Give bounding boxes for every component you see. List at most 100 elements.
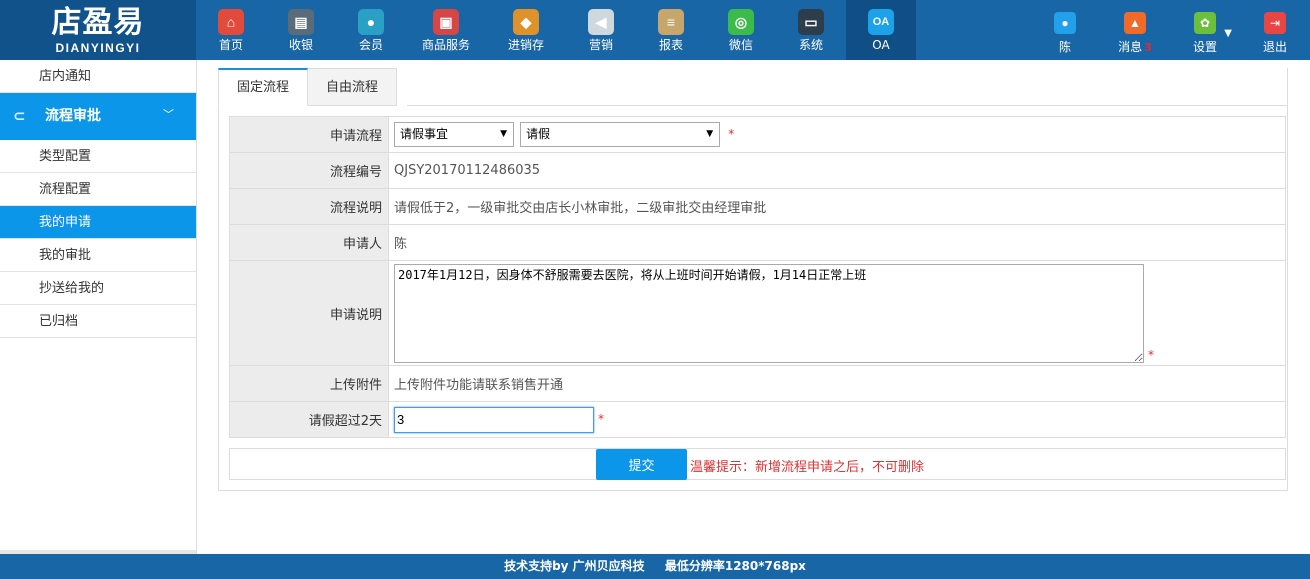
logo[interactable]: 店盈易 DIANYINGYI (0, 0, 196, 60)
sidebar-item-my-approvals[interactable]: 我的审批 (0, 239, 196, 272)
flow-label: 申请流程 (229, 116, 389, 153)
wechat-icon: ◎ (728, 9, 754, 35)
leave-days-cell: * (388, 401, 1286, 438)
nav-label: 会员 (358, 38, 383, 52)
sidebar-group-label: 流程审批 (45, 108, 101, 124)
footer-resolution: 最低分辨率1280*768px (664, 559, 806, 573)
footer: 技术支持by 广州贝应科技 最低分辨率1280*768px (0, 554, 1310, 579)
user-nav-label: 设置 (1170, 38, 1240, 55)
sidebar-group-workflow[interactable]: ⊂ 流程审批 ﹀ (0, 93, 196, 140)
nav-label: 收银 (288, 38, 313, 52)
flow-number-value: QJSY20170112486035 (388, 152, 1286, 189)
sidebar-item-cc-to-me[interactable]: 抄送给我的 (0, 272, 196, 305)
logo-subtext: DIANYINGYI (55, 41, 141, 55)
flow-type-value: 请假 (526, 127, 551, 141)
submit-button[interactable]: 提交 (596, 449, 687, 480)
nav-item-wechat[interactable]: ◎ 微信 (706, 0, 776, 60)
user-nav-label: 退出 (1240, 38, 1310, 55)
nav-item-cash-register[interactable]: ▤ 收银 (266, 0, 336, 60)
application-note-textarea[interactable]: 2017年1月12日，因身体不舒服需要去医院，将从上班时间开始请假，1月14日正… (394, 263, 1144, 363)
description-label: 流程说明 (229, 188, 389, 225)
user-nav-user[interactable]: ● 陈 (1030, 0, 1100, 60)
submit-row: 提交 温馨提示：新增流程申请之后，不可删除 (229, 448, 1286, 480)
flow-type-select[interactable]: 请假 ▼ (520, 122, 721, 147)
applicant-value: 陈 (388, 224, 1286, 261)
chevron-down-icon: ﹀ (163, 108, 174, 121)
marketing-icon: ◀ (588, 9, 614, 35)
sidebar: 店内通知 ⊂ 流程审批 ﹀ 类型配置 流程配置 我的申请 我的审批 抄送给我的 … (0, 60, 197, 554)
top-bar: 店盈易 DIANYINGYI ⌂ 首页 ▤ 收银 ● 会员 ▣ 商品服务 ◆ 进销存 ◀ 营销 ≡ 报表 ◎… (0, 0, 1310, 60)
goods-service-icon: ▣ (433, 9, 459, 35)
member-icon: ● (358, 9, 384, 35)
report-icon: ≡ (658, 9, 684, 35)
inventory-icon: ◆ (513, 9, 539, 35)
cash-register-icon: ▤ (288, 9, 314, 35)
sidebar-item-flow-config[interactable]: 流程配置 (0, 173, 196, 206)
applicant-label: 申请人 (229, 224, 389, 261)
nav-item-report[interactable]: ≡ 报表 (636, 0, 706, 60)
nav-label: 营销 (588, 38, 613, 52)
required-mark: * (728, 127, 735, 141)
flow-description-value: 请假低于2，一级审批交由店长小林审批，二级审批交由经理审批 (388, 188, 1286, 225)
user-nav-label: 陈 (1030, 38, 1100, 55)
note-label: 申请说明 (229, 260, 389, 366)
nav-item-oa[interactable]: OA OA (846, 0, 916, 60)
caret-down-icon: ▼ (1224, 28, 1232, 39)
workflow-icon: ⊂ (13, 107, 26, 125)
dropdown-arrow-icon: ▼ (500, 129, 507, 139)
user-icon: ● (1054, 12, 1076, 34)
sidebar-item-store-notice[interactable]: 店内通知 (0, 60, 196, 93)
leave-days-label: 请假超过2天 (229, 401, 389, 438)
sidebar-item-my-applications[interactable]: 我的申请 (0, 206, 196, 239)
system-icon: ▭ (798, 9, 824, 35)
flow-category-select[interactable]: 请假事宜 ▼ (394, 122, 514, 147)
nav-label: OA (872, 38, 890, 52)
tab-divider (407, 105, 1288, 106)
leave-days-input[interactable] (394, 406, 594, 433)
nav-label: 首页 (218, 38, 243, 52)
tab-fixed-flow[interactable]: 固定流程 (218, 68, 309, 106)
nav-label: 进销存 (507, 38, 544, 52)
nav-item-marketing[interactable]: ◀ 营销 (566, 0, 636, 60)
warning-tip: 温馨提示：新增流程申请之后，不可删除 (690, 460, 925, 475)
home-icon: ⌂ (218, 9, 244, 35)
settings-icon: ✿ (1194, 12, 1216, 34)
required-mark: * (1148, 347, 1154, 362)
nav-item-inventory[interactable]: ◆ 进销存 (486, 0, 566, 60)
user-nav-text: 陈 (1058, 40, 1071, 54)
tab-bar: 固定流程 自由流程 (218, 68, 398, 106)
message-count-badge: 3 (1144, 41, 1152, 54)
logout-icon: ⇥ (1264, 12, 1286, 34)
tab-free-flow[interactable]: 自由流程 (308, 68, 398, 106)
main-nav: ⌂ 首页 ▤ 收银 ● 会员 ▣ 商品服务 ◆ 进销存 ◀ 营销 ≡ 报表 ◎ 微信 ▭ 系统 OA OA (196, 0, 916, 60)
application-form: 申请流程 请假事宜 ▼ 请假 ▼ * 流程编号 QJSY201701124860… (229, 116, 1286, 438)
nav-item-goods-service[interactable]: ▣ 商品服务 (406, 0, 486, 60)
bell-icon: ▲ (1124, 12, 1146, 34)
sidebar-item-archived[interactable]: 已归档 (0, 305, 196, 338)
attachment-label: 上传附件 (229, 365, 389, 402)
user-nav-logout[interactable]: ⇥ 退出 (1240, 0, 1310, 60)
nav-label: 系统 (798, 38, 823, 52)
number-label: 流程编号 (229, 152, 389, 189)
user-nav-settings[interactable]: ✿ 设置 ▼ (1170, 0, 1240, 60)
footer-support: 技术支持by 广州贝应科技 (504, 559, 645, 573)
nav-label: 微信 (728, 38, 753, 52)
nav-item-system[interactable]: ▭ 系统 (776, 0, 846, 60)
required-mark: * (598, 412, 604, 426)
nav-item-member[interactable]: ● 会员 (336, 0, 406, 60)
user-nav-bell[interactable]: ▲ 消息 3 (1100, 0, 1170, 60)
oa-icon: OA (868, 9, 894, 35)
user-nav-text: 消息 (1118, 40, 1143, 54)
user-nav-label: 消息 3 (1100, 38, 1170, 55)
user-nav-text: 设置 (1192, 40, 1217, 54)
flow-cell: 请假事宜 ▼ 请假 ▼ * (388, 116, 1286, 153)
attachment-notice: 上传附件功能请联系销售开通 (388, 365, 1286, 402)
nav-item-home[interactable]: ⌂ 首页 (196, 0, 266, 60)
sidebar-item-type-config[interactable]: 类型配置 (0, 140, 196, 173)
dropdown-arrow-icon: ▼ (706, 129, 714, 139)
flow-category-value: 请假事宜 (400, 127, 449, 141)
user-nav: ● 陈 ▲ 消息 3 ✿ 设置 ▼ ⇥ 退出 (1030, 0, 1310, 60)
note-cell: 2017年1月12日，因身体不舒服需要去医院，将从上班时间开始请假，1月14日正… (388, 260, 1286, 366)
logo-text: 店盈易 (51, 5, 145, 40)
nav-label: 报表 (658, 38, 683, 52)
